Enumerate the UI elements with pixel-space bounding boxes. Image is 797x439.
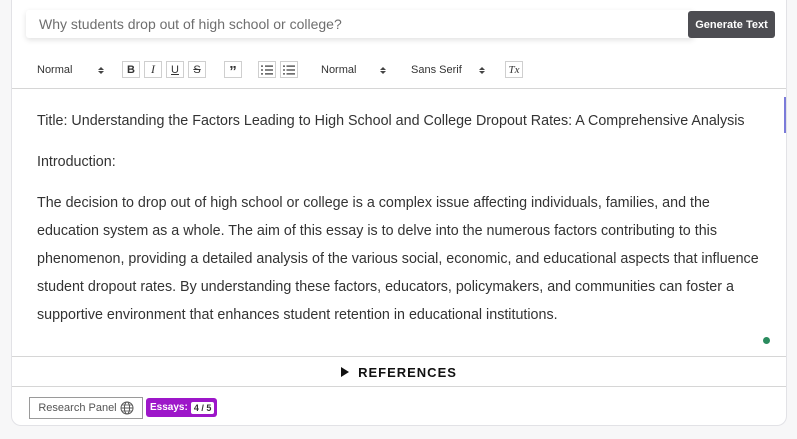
references-label: REFERENCES: [358, 364, 457, 380]
references-toggle[interactable]: REFERENCES: [12, 358, 786, 387]
italic-button[interactable]: I: [144, 61, 162, 78]
globe-icon: [120, 401, 134, 415]
essay-generator-card: Generate Text Normal B I U S ”: [11, 0, 787, 426]
essay-intro-heading: Introduction:: [37, 154, 116, 170]
select-caret-icon: [379, 65, 387, 75]
heading-select[interactable]: Normal: [37, 61, 105, 79]
essays-quota-badge: Essays: 4 / 5: [146, 398, 218, 417]
research-panel-label: Research Panel: [38, 402, 117, 414]
bullet-list-icon: [283, 64, 295, 75]
editor-content[interactable]: Title: Understanding the Factors Leading…: [12, 88, 786, 357]
bold-button[interactable]: B: [122, 61, 140, 78]
size-select[interactable]: Normal: [321, 61, 387, 79]
font-select[interactable]: Sans Serif: [411, 61, 486, 79]
essay-body-paragraph: The decision to drop out of high school …: [37, 195, 759, 323]
size-select-value: Normal: [321, 64, 357, 76]
status-dot: [763, 337, 770, 344]
clear-format-icon: Tx: [508, 63, 520, 76]
select-caret-icon: [478, 65, 486, 75]
bullet-list-button[interactable]: [280, 61, 298, 78]
strike-button[interactable]: S: [188, 61, 206, 78]
prompt-input[interactable]: [26, 10, 694, 38]
triangle-right-icon: [341, 367, 350, 377]
font-select-value: Sans Serif: [411, 64, 462, 76]
ordered-list-icon: [261, 65, 273, 74]
essays-label: Essays:: [150, 402, 188, 413]
generate-text-button[interactable]: Generate Text: [688, 11, 775, 38]
editor-toolbar: Normal B I U S ” Normal Sans Serif Tx: [12, 54, 786, 86]
editor-focus-bar: [784, 97, 786, 133]
blockquote-button[interactable]: ”: [224, 61, 242, 79]
underline-button[interactable]: U: [166, 61, 184, 78]
essays-count: 4 / 5: [190, 401, 215, 414]
heading-select-value: Normal: [37, 64, 73, 76]
clear-format-button[interactable]: Tx: [505, 61, 523, 78]
research-panel-button[interactable]: Research Panel: [29, 397, 143, 419]
essay-title: Title: Understanding the Factors Leading…: [37, 113, 745, 129]
ordered-list-button[interactable]: [258, 61, 276, 78]
prompt-bar: [26, 10, 694, 38]
select-caret-icon: [97, 65, 105, 75]
